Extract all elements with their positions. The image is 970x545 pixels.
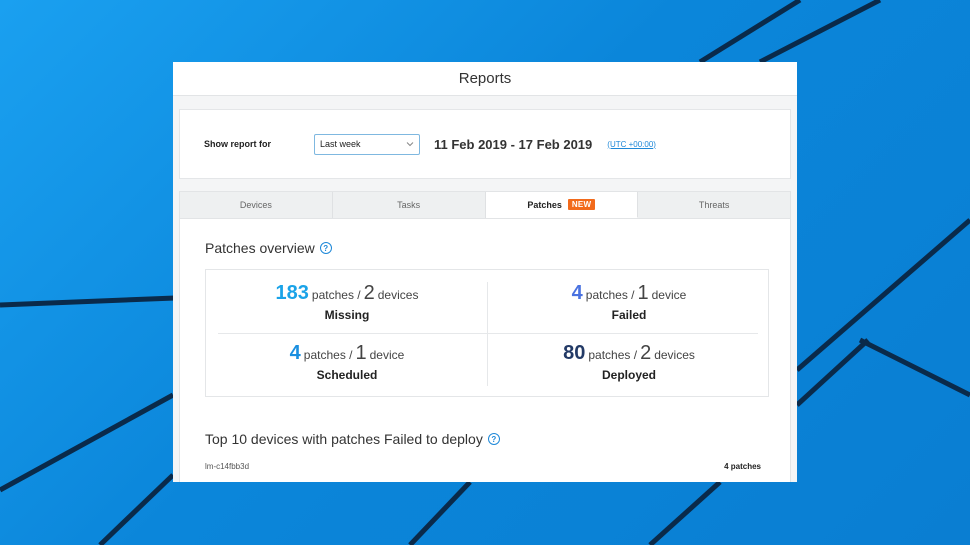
report-tabs: Devices Tasks Patches NEW Threats xyxy=(179,191,791,219)
report-period-label: Show report for xyxy=(204,139,271,149)
reports-window: Reports Show report for Last week 11 Feb… xyxy=(173,62,797,482)
failed-patch-unit: patches / xyxy=(585,288,635,302)
table-row[interactable]: lm-c14fbb3d 4 patches xyxy=(205,462,761,471)
tab-label: Tasks xyxy=(397,200,421,210)
deployed-device-count: 2 xyxy=(640,342,652,364)
deployed-patch-unit: patches / xyxy=(588,348,638,362)
failed-patch-count: 4 xyxy=(571,282,583,304)
stat-scheduled[interactable]: 4 patches / 1 device Scheduled xyxy=(206,342,488,382)
overview-title-text: Patches overview xyxy=(205,240,315,256)
missing-patch-unit: patches / xyxy=(311,288,361,302)
stat-deployed[interactable]: 80 patches / 2 devices Deployed xyxy=(488,342,770,382)
tab-label: Threats xyxy=(698,200,730,210)
tab-label: Devices xyxy=(239,200,272,210)
help-icon[interactable]: ? xyxy=(319,242,332,254)
report-filter-bar: Show report for Last week 11 Feb 2019 - … xyxy=(179,109,791,179)
deployed-label: Deployed xyxy=(601,368,656,382)
scheduled-label: Scheduled xyxy=(316,368,378,382)
page-title: Reports xyxy=(458,70,512,87)
top10-title: Top 10 devices with patches Failed to de… xyxy=(205,431,500,447)
chevron-down-icon xyxy=(406,142,414,147)
overview-title: Patches overview ? xyxy=(205,240,332,256)
period-select-value: Last week xyxy=(320,139,361,149)
divider xyxy=(218,333,758,334)
date-range: 11 Feb 2019 - 17 Feb 2019 xyxy=(434,136,593,152)
missing-device-unit: devices xyxy=(377,288,419,302)
patches-overview-box: 183 patches / 2 devices Missing 4 patche… xyxy=(205,269,769,397)
timezone-link[interactable]: (UTC +00:00) xyxy=(607,140,656,149)
tab-label: Patches xyxy=(527,199,562,210)
device-patch-count: 4 patches xyxy=(724,462,761,471)
period-select[interactable]: Last week xyxy=(314,133,420,155)
scheduled-device-count: 1 xyxy=(355,342,367,364)
stat-failed[interactable]: 4 patches / 1 device Failed xyxy=(488,282,770,322)
tab-threats[interactable]: Threats xyxy=(638,192,790,218)
scheduled-patch-count: 4 xyxy=(289,342,301,364)
help-icon[interactable]: ? xyxy=(487,433,500,445)
top10-title-text: Top 10 devices with patches Failed to de… xyxy=(205,431,483,447)
scheduled-patch-unit: patches / xyxy=(303,348,353,362)
deployed-patch-count: 80 xyxy=(563,342,586,364)
device-name[interactable]: lm-c14fbb3d xyxy=(205,462,249,471)
tab-devices[interactable]: Devices xyxy=(180,192,333,218)
failed-device-count: 1 xyxy=(637,282,649,304)
scheduled-device-unit: device xyxy=(369,348,405,362)
missing-label: Missing xyxy=(324,308,370,322)
tab-tasks[interactable]: Tasks xyxy=(333,192,486,218)
deployed-device-unit: devices xyxy=(654,348,695,362)
missing-patch-count: 183 xyxy=(275,282,309,304)
patches-content: Patches overview ? 183 patches / 2 devic… xyxy=(179,219,791,482)
tab-patches[interactable]: Patches NEW xyxy=(485,192,639,218)
missing-device-count: 2 xyxy=(363,282,375,304)
window-header: Reports xyxy=(173,62,797,96)
stat-missing[interactable]: 183 patches / 2 devices Missing xyxy=(206,282,488,322)
failed-label: Failed xyxy=(611,308,647,322)
failed-device-unit: device xyxy=(651,288,687,302)
new-badge: NEW xyxy=(567,199,596,210)
